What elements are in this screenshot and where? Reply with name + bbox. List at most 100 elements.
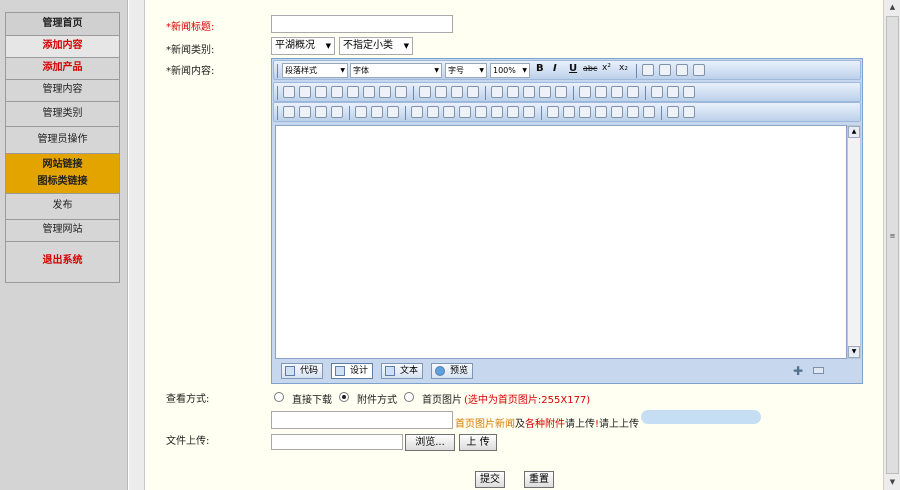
editor-content-area[interactable] xyxy=(275,125,847,359)
italic-button[interactable]: I xyxy=(553,63,557,74)
ordered-list-icon[interactable] xyxy=(491,86,503,98)
table-icon[interactable] xyxy=(387,106,399,118)
scroll-up-icon[interactable]: ▲ xyxy=(848,126,860,138)
page-scrollbar[interactable]: ▲ ≡ ▼ xyxy=(883,0,900,490)
title-input[interactable] xyxy=(271,15,453,33)
font-family-select[interactable]: 字体 ▼ xyxy=(350,63,442,78)
fullscreen-icon[interactable] xyxy=(667,106,679,118)
radio-attachment[interactable] xyxy=(339,392,349,402)
special-char-icon[interactable] xyxy=(547,106,559,118)
delete-icon[interactable] xyxy=(379,86,391,98)
special-format-icon[interactable] xyxy=(627,86,639,98)
font-color-icon[interactable] xyxy=(579,86,591,98)
mode-tab-text[interactable]: 文本 xyxy=(381,363,424,379)
subcategory-select[interactable]: 不指定小类 ▼ xyxy=(339,37,413,55)
page-break-icon[interactable] xyxy=(643,106,655,118)
info-icon[interactable] xyxy=(683,106,695,118)
link-icon[interactable] xyxy=(475,106,487,118)
layer-forward-icon[interactable] xyxy=(667,86,679,98)
submit-button[interactable]: 提交 xyxy=(475,471,505,488)
mode-tab-preview[interactable]: 预览 xyxy=(431,363,474,379)
paste-text-icon[interactable] xyxy=(331,86,343,98)
radio-direct-download[interactable] xyxy=(274,392,284,402)
redo-icon[interactable] xyxy=(435,86,447,98)
form-icon[interactable] xyxy=(427,106,439,118)
sidebar-item-logout[interactable]: 退出系统 xyxy=(5,242,120,283)
bold-button[interactable]: B xyxy=(536,63,544,74)
time-icon[interactable] xyxy=(627,106,639,118)
media-icon[interactable] xyxy=(315,106,327,118)
align-justify-icon[interactable] xyxy=(693,64,705,76)
copy-icon[interactable] xyxy=(299,86,311,98)
table-wizard-icon[interactable] xyxy=(371,106,383,118)
browse-button[interactable]: 浏览... xyxy=(405,434,455,451)
mode-tab-code[interactable]: 代码 xyxy=(281,363,324,379)
align-left-icon[interactable] xyxy=(642,64,654,76)
pointer-icon[interactable] xyxy=(467,86,479,98)
globe-icon xyxy=(435,366,445,376)
paste-word-icon[interactable] xyxy=(347,86,359,98)
unordered-list-icon[interactable] xyxy=(507,86,519,98)
underline-button[interactable]: U xyxy=(569,63,577,74)
chart-icon[interactable] xyxy=(595,106,607,118)
superscript-button[interactable]: x² xyxy=(602,63,611,73)
highlight-icon[interactable] xyxy=(595,86,607,98)
find-icon[interactable] xyxy=(363,86,375,98)
excel-icon[interactable] xyxy=(579,106,591,118)
layer-backward-icon[interactable] xyxy=(683,86,695,98)
sidebar-item-add-content[interactable]: 添加内容 xyxy=(5,36,120,58)
sidebar-item-manage-site[interactable]: 管理网站 xyxy=(5,220,120,242)
frame-icon[interactable] xyxy=(411,106,423,118)
unlink-icon[interactable] xyxy=(523,106,535,118)
scrollbar-thumb[interactable] xyxy=(886,16,899,474)
sidebar-item-add-product[interactable]: 添加产品 xyxy=(5,58,120,80)
strikethrough-button[interactable]: abc xyxy=(583,64,597,73)
image-icon[interactable] xyxy=(283,106,295,118)
editor-scrollbar[interactable]: ▲ ▼ xyxy=(847,125,861,359)
scroll-up-icon[interactable]: ▲ xyxy=(887,3,898,11)
clean-format-icon[interactable] xyxy=(395,86,407,98)
sidebar-item-manage-category[interactable]: 管理类别 xyxy=(5,102,120,127)
upload-button[interactable]: 上 传 xyxy=(459,434,497,451)
paragraph-icon[interactable] xyxy=(555,86,567,98)
align-center-icon[interactable] xyxy=(659,64,671,76)
file-input[interactable] xyxy=(271,434,403,450)
remote-image-icon[interactable] xyxy=(355,106,367,118)
flash-icon[interactable] xyxy=(299,106,311,118)
outdent-icon[interactable] xyxy=(523,86,535,98)
zoom-select[interactable]: 100% ▼ xyxy=(490,63,530,78)
date-icon[interactable] xyxy=(611,106,623,118)
subscript-button[interactable]: x₂ xyxy=(619,63,628,73)
sidebar-item-admin[interactable]: 管理员操作 xyxy=(5,127,120,154)
font-size-select[interactable]: 字号 ▼ xyxy=(445,63,487,78)
paragraph-style-value: 段落样式 xyxy=(285,66,317,75)
sidebar-item-publish[interactable]: 发布 xyxy=(5,194,120,220)
sidebar-item-manage-content[interactable]: 管理内容 xyxy=(5,80,120,102)
category-select[interactable]: 平湖概况 ▼ xyxy=(271,37,335,55)
paragraph-style-select[interactable]: 段落样式 ▼ xyxy=(282,63,348,78)
radio-homepage-image[interactable] xyxy=(404,392,414,402)
attachment-icon[interactable] xyxy=(331,106,343,118)
scroll-down-icon[interactable]: ▼ xyxy=(887,478,898,486)
horizontal-rule-icon[interactable] xyxy=(443,106,455,118)
anchor-icon[interactable] xyxy=(491,106,503,118)
emoji-icon[interactable] xyxy=(563,106,575,118)
select-icon[interactable] xyxy=(451,86,463,98)
layer-icon[interactable] xyxy=(651,86,663,98)
sidebar-item-home[interactable]: 管理首页 xyxy=(5,12,120,36)
align-right-icon[interactable] xyxy=(676,64,688,76)
undo-icon[interactable] xyxy=(419,86,431,98)
web-link-icon[interactable] xyxy=(507,106,519,118)
marquee-icon[interactable] xyxy=(459,106,471,118)
indent-icon[interactable] xyxy=(539,86,551,98)
expand-editor-icon[interactable]: ✚ xyxy=(793,364,803,378)
mode-tab-design[interactable]: 设计 xyxy=(331,363,374,379)
reset-button[interactable]: 重置 xyxy=(524,471,554,488)
file-path-input[interactable] xyxy=(271,411,453,429)
paste-icon[interactable] xyxy=(315,86,327,98)
scroll-down-icon[interactable]: ▼ xyxy=(848,346,860,358)
cut-icon[interactable] xyxy=(283,86,295,98)
sidebar-item-links[interactable]: 网站链接 图标类链接 xyxy=(5,154,120,194)
shrink-editor-icon[interactable] xyxy=(813,367,824,374)
background-color-icon[interactable] xyxy=(611,86,623,98)
